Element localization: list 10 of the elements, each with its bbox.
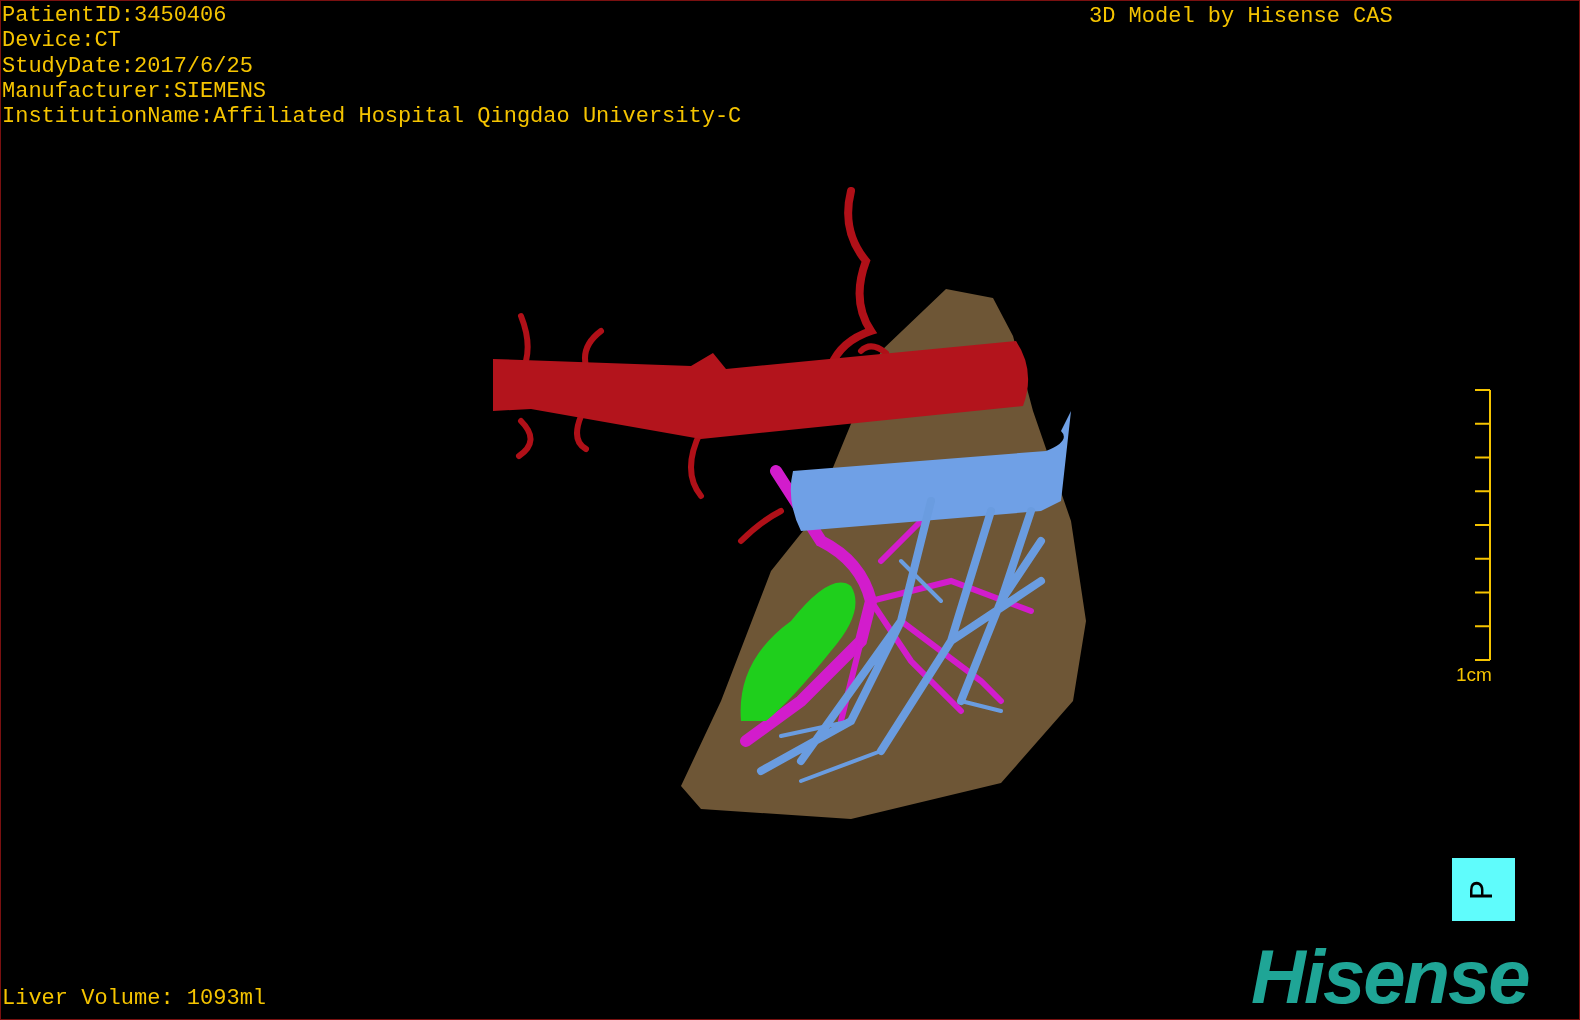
info-line: StudyDate:2017/6/25: [2, 53, 253, 79]
info-line: Device:CT: [2, 28, 121, 54]
info-line: InstitutionName:Affiliated Hospital Qingdao University-C: [2, 104, 742, 130]
info-line: PatientID:3450406: [2, 3, 227, 29]
info-line: Manufacturer:SIEMENS: [2, 78, 267, 105]
view-title: 3D Model by Hisense CAS: [1089, 4, 1393, 30]
logo-text: Hisense: [1251, 939, 1529, 1015]
orientation-cube[interactable]: P: [1452, 858, 1515, 921]
scale-label: 1cm: [1456, 665, 1492, 684]
liver-volume: Liver Volume: 1093ml: [2, 986, 267, 1012]
